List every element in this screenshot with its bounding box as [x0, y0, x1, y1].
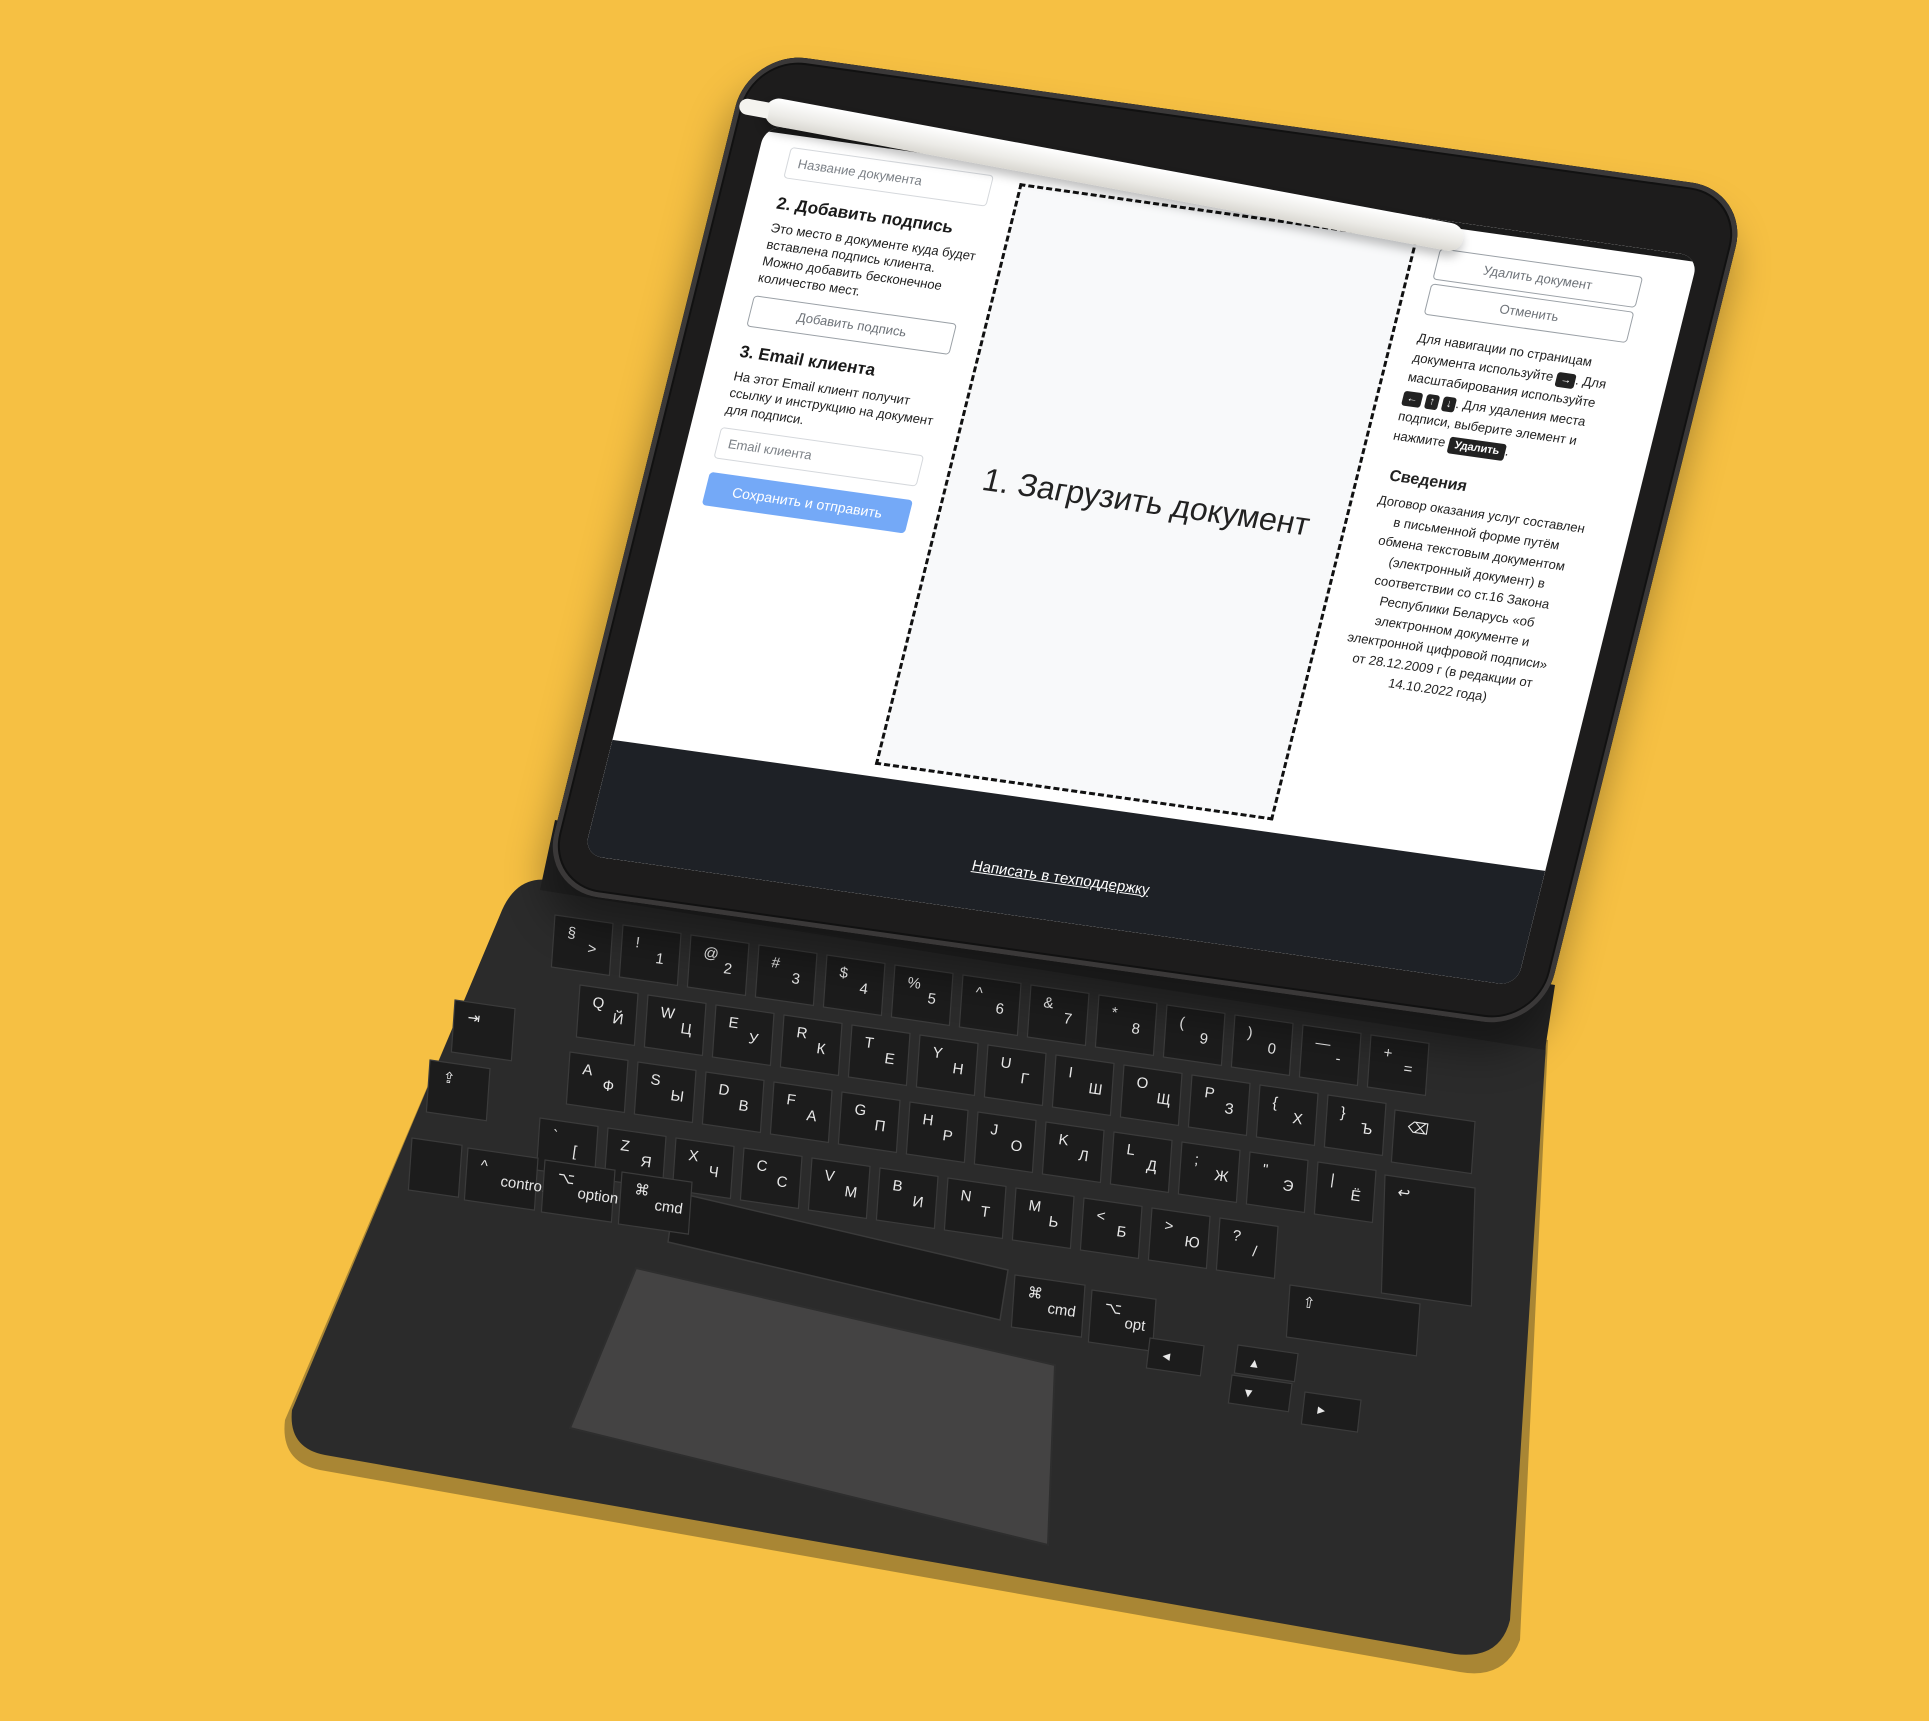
key-glyph: Ъ	[1359, 1120, 1373, 1139]
key-glyph: Q	[591, 994, 605, 1012]
key-glyph: Ж	[1213, 1167, 1229, 1186]
arrow-left-key: ←	[1400, 390, 1424, 408]
key-glyph: Ю	[1183, 1233, 1200, 1252]
keyboard-key[interactable]	[915, 1034, 979, 1097]
support-link[interactable]: Написать в техподдержку	[970, 857, 1151, 898]
delete-key: Удалить	[1446, 436, 1508, 462]
keyboard-key[interactable]	[550, 914, 614, 977]
keyboard-key[interactable]	[807, 1157, 871, 1220]
keyboard-key[interactable]	[1323, 1094, 1387, 1157]
keyboard-key[interactable]	[633, 1061, 697, 1124]
keyboard-key[interactable]	[1177, 1141, 1241, 1204]
keyboard-key[interactable]	[1119, 1064, 1183, 1127]
key-glyph: @	[702, 944, 719, 963]
key-glyph: Ы	[669, 1087, 685, 1106]
arrow-up-key: ↑	[1423, 393, 1441, 411]
keyboard-key[interactable]	[779, 1014, 843, 1077]
keyboard-key[interactable]	[822, 954, 886, 1017]
keyboard-key[interactable]	[575, 984, 639, 1047]
screen: Название документа 2. Добавить подпись Э…	[583, 125, 1699, 987]
key-glyph: —	[1314, 1034, 1331, 1053]
keyboard-key[interactable]	[943, 1177, 1007, 1240]
keyboard-key[interactable]	[1094, 994, 1158, 1057]
key-glyph: ⌥	[556, 1169, 575, 1188]
key-glyph: O	[1135, 1074, 1149, 1092]
key-glyph: M	[1027, 1197, 1042, 1216]
keyboard-key[interactable]	[1255, 1084, 1319, 1147]
keyboard-key[interactable]	[1187, 1074, 1251, 1137]
key-glyph: ⌫	[1406, 1119, 1429, 1139]
keyboard-key[interactable]	[754, 944, 818, 1007]
key-glyph: ⇪	[441, 1069, 456, 1088]
keyboard-key[interactable]	[618, 924, 682, 987]
keyboard-key[interactable]	[701, 1071, 765, 1134]
navigation-hint: Для навигации по страницам документа исп…	[1391, 328, 1628, 474]
globe-key[interactable]	[407, 1137, 463, 1198]
key-glyph: opt	[1123, 1315, 1147, 1335]
upload-label: 1. Загрузить документ	[979, 460, 1314, 542]
keyboard-key[interactable]	[686, 934, 750, 997]
keyboard-key[interactable]	[905, 1101, 969, 1164]
keyboard-key[interactable]	[1109, 1131, 1173, 1194]
keyboard-key[interactable]	[1051, 1054, 1115, 1117]
keyboard-key[interactable]	[1215, 1217, 1279, 1280]
key-glyph: G	[853, 1101, 867, 1119]
key-glyph: ⌘	[1026, 1284, 1043, 1303]
keyboard-key[interactable]	[1245, 1151, 1309, 1214]
key-glyph: ⇥	[466, 1009, 481, 1028]
keyboard-key[interactable]	[847, 1024, 911, 1087]
key-glyph: Щ	[1155, 1090, 1171, 1109]
keyboard-key[interactable]	[1079, 1197, 1143, 1260]
keyboard-key[interactable]	[565, 1051, 629, 1114]
keyboard-key[interactable]	[875, 1167, 939, 1230]
caps-key[interactable]	[425, 1059, 491, 1122]
return-key[interactable]	[1380, 1174, 1476, 1307]
key-glyph: %	[906, 974, 922, 993]
key-glyph: М	[843, 1183, 858, 1202]
keyboard-key[interactable]	[1366, 1034, 1430, 1097]
keyboard-key[interactable]	[890, 964, 954, 1027]
keyboard-key[interactable]	[973, 1111, 1037, 1174]
key-glyph: ⌘	[633, 1181, 650, 1200]
scene: § >! 1 @2 #3 $4% 5 ^ 6 & 7 * 8(9) 0— - + = Q Й W Ц E У R К T Е Y Н U Г…	[0, 0, 1929, 1721]
keyboard-key[interactable]	[837, 1091, 901, 1154]
key-glyph: Ц	[679, 1020, 692, 1038]
keyboard-key[interactable]	[1230, 1014, 1294, 1077]
key-glyph: О	[1009, 1137, 1023, 1155]
keyboard-key[interactable]	[1298, 1024, 1362, 1087]
key-glyph: Ш	[1087, 1080, 1103, 1099]
key-glyph: ↩	[1396, 1184, 1411, 1203]
delete-backspace-key[interactable]	[1390, 1109, 1476, 1175]
keyboard-key[interactable]	[983, 1044, 1047, 1107]
keyboard-key[interactable]	[739, 1147, 803, 1210]
keyboard-key[interactable]	[1313, 1161, 1377, 1224]
key-glyph: ⌥	[1103, 1299, 1122, 1318]
keyboard-key[interactable]	[711, 1004, 775, 1067]
key-glyph: Ф	[601, 1077, 615, 1095]
keyboard-key[interactable]	[1147, 1207, 1211, 1270]
keyboard-key[interactable]	[1162, 1004, 1226, 1067]
keyboard-key[interactable]	[643, 994, 707, 1057]
keyboard-key[interactable]	[1026, 984, 1090, 1047]
keyboard-key[interactable]	[1011, 1187, 1075, 1250]
keyboard-key[interactable]	[958, 974, 1022, 1037]
info-text: Договор оказания услуг составлен в письм…	[1345, 492, 1587, 704]
tablet: Название документа 2. Добавить подпись Э…	[540, 50, 1750, 1030]
key-glyph: ⇧	[1301, 1294, 1316, 1313]
keyboard-key[interactable]	[769, 1081, 833, 1144]
keyboard-key[interactable]	[1041, 1121, 1105, 1184]
tab-key[interactable]	[450, 999, 516, 1062]
